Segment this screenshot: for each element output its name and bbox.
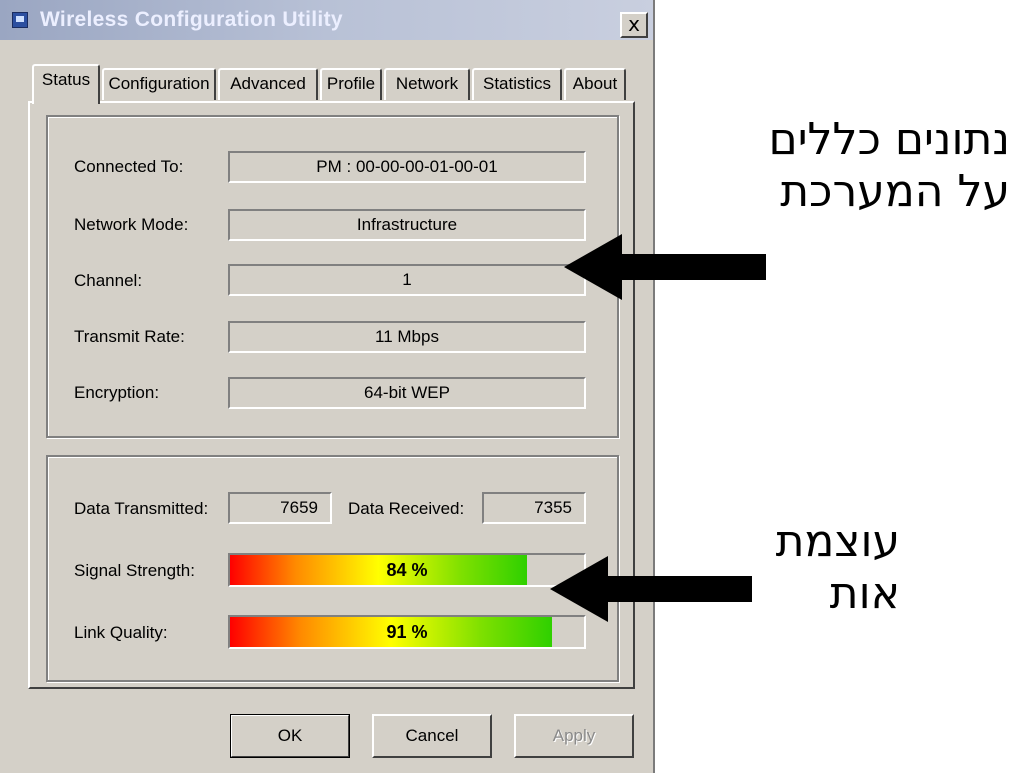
data-transmitted-label: Data Transmitted:: [74, 499, 209, 518]
connection-info-group: Connected To: PM : 00-00-00-01-00-01 Net…: [46, 115, 619, 438]
app-icon: [12, 12, 28, 28]
channel-label: Channel:: [74, 271, 143, 290]
channel-value: 1: [228, 264, 586, 296]
connected-to-value: PM : 00-00-00-01-00-01: [228, 151, 586, 183]
signal-strength-text: 84 %: [386, 560, 428, 580]
tab-profile[interactable]: Profile: [320, 68, 382, 100]
tab-advanced[interactable]: Advanced: [218, 68, 318, 100]
data-received-value: 7355: [482, 492, 586, 524]
link-quality-text: 91 %: [386, 622, 428, 642]
link-quality-label: Link Quality:: [74, 623, 168, 642]
tab-configuration[interactable]: Configuration: [102, 68, 216, 100]
cancel-button[interactable]: Cancel: [372, 714, 492, 758]
tab-network[interactable]: Network: [384, 68, 470, 100]
window-title: Wireless Configuration Utility: [40, 8, 343, 31]
tab-status[interactable]: Status: [32, 64, 100, 104]
data-transmitted-value: 7659: [228, 492, 332, 524]
signal-arrow-icon: [550, 556, 752, 622]
signal-strength-bar: 84 %: [228, 553, 586, 587]
system-info-arrow-icon: [564, 234, 766, 300]
network-mode-label: Network Mode:: [74, 215, 189, 234]
link-quality-bar: 91 %: [228, 615, 586, 649]
apply-button[interactable]: Apply: [514, 714, 634, 758]
network-mode-value: Infrastructure: [228, 209, 586, 241]
system-info-line-2: על המערכת: [780, 166, 1010, 217]
title-bar[interactable]: Wireless Configuration Utility x: [0, 0, 653, 40]
tab-statistics[interactable]: Statistics: [472, 68, 562, 100]
transmit-rate-value: 11 Mbps: [228, 321, 586, 353]
connected-to-label: Connected To:: [74, 157, 184, 176]
system-info-line-1: נתונים כללים: [768, 114, 1010, 165]
transmit-rate-label: Transmit Rate:: [74, 327, 185, 346]
data-received-label: Data Received:: [348, 499, 465, 518]
status-panel: Connected To: PM : 00-00-00-01-00-01 Net…: [28, 101, 635, 689]
signal-strength-label: Signal Strength:: [74, 561, 195, 580]
ok-button[interactable]: OK: [230, 714, 350, 758]
system-info-annotation: נתונים כללים על המערכת: [670, 114, 1010, 218]
close-button[interactable]: x: [620, 12, 648, 38]
encryption-value: 64-bit WEP: [228, 377, 586, 409]
encryption-label: Encryption:: [74, 383, 160, 402]
signal-group: Data Transmitted: 7659 Data Received: 73…: [46, 455, 619, 682]
tab-about[interactable]: About: [564, 68, 626, 100]
wireless-config-window: Wireless Configuration Utility x Status …: [0, 0, 655, 773]
